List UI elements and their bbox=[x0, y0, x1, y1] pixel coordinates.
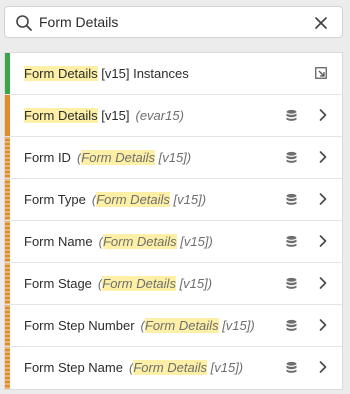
popout-icon[interactable] bbox=[315, 67, 327, 79]
chevron-right-icon[interactable] bbox=[318, 276, 328, 290]
label-text: [v15]) bbox=[176, 234, 213, 249]
component-label: Form Name (Form Details [v15]) bbox=[24, 234, 213, 249]
search-match-highlight: Form Details bbox=[96, 192, 170, 207]
label-text: [v15]) bbox=[175, 276, 213, 291]
clear-search-icon[interactable] bbox=[312, 14, 330, 32]
component-type-stripe bbox=[5, 137, 10, 178]
component-type-stripe bbox=[5, 179, 10, 220]
component-type-stripe bbox=[5, 347, 10, 389]
component-description: (Form Details [v15]) bbox=[77, 150, 191, 165]
dataset-icon bbox=[286, 193, 297, 205]
component-description: (Form Details [v15]) bbox=[99, 234, 213, 249]
search-bar[interactable] bbox=[4, 6, 343, 38]
component-label: Form Type (Form Details [v15]) bbox=[24, 192, 206, 207]
component-label: Form Stage (Form Details [v15]) bbox=[24, 276, 212, 291]
component-type-stripe bbox=[5, 305, 10, 346]
chevron-right-icon[interactable] bbox=[318, 108, 328, 122]
dataset-icon bbox=[286, 235, 297, 247]
dataset-icon bbox=[286, 109, 297, 121]
component-panel: Form Details [v15] InstancesForm Details… bbox=[0, 0, 350, 394]
component-description: (evar15) bbox=[135, 108, 183, 123]
component-type-stripe bbox=[5, 263, 10, 304]
component-type-stripe bbox=[5, 53, 10, 94]
component-row[interactable]: Form Type (Form Details [v15]) bbox=[5, 179, 342, 221]
component-row[interactable]: Form Step Name (Form Details [v15]) bbox=[5, 347, 342, 389]
chevron-right-icon[interactable] bbox=[318, 150, 328, 164]
label-text: [v15]) bbox=[154, 150, 192, 165]
component-description: (Form Details [v15]) bbox=[98, 276, 212, 291]
search-icon bbox=[16, 15, 32, 31]
component-type-stripe bbox=[5, 95, 10, 136]
label-text: [v15]) bbox=[207, 360, 244, 375]
label-text: [v15] bbox=[97, 108, 130, 123]
component-label: Form Step Name (Form Details [v15]) bbox=[24, 360, 243, 375]
component-type-stripe bbox=[5, 221, 10, 262]
chevron-right-icon[interactable] bbox=[318, 360, 328, 374]
label-text: Form Step Number bbox=[24, 318, 135, 333]
search-match-highlight: Form Details bbox=[133, 360, 208, 375]
chevron-right-icon[interactable] bbox=[318, 192, 328, 206]
label-text: Form Step Name bbox=[24, 360, 123, 375]
component-row[interactable]: Form Step Number (Form Details [v15]) bbox=[5, 305, 342, 347]
label-text: [v15]) bbox=[169, 192, 207, 207]
search-match-highlight: Form Details bbox=[102, 234, 177, 249]
label-text: Form Name bbox=[24, 234, 93, 249]
component-description: (Form Details [v15]) bbox=[92, 192, 206, 207]
label-text: (evar15) bbox=[135, 108, 184, 123]
component-label: Form Details [v15] (evar15) bbox=[24, 108, 184, 123]
search-match-highlight: Form Details bbox=[102, 276, 176, 291]
dataset-icon bbox=[286, 277, 297, 289]
component-row[interactable]: Form ID (Form Details [v15]) bbox=[5, 137, 342, 179]
dataset-icon bbox=[286, 319, 297, 331]
component-label: Form ID (Form Details [v15]) bbox=[24, 150, 191, 165]
component-row[interactable]: Form Name (Form Details [v15]) bbox=[5, 221, 342, 263]
label-text: [v15] Instances bbox=[97, 66, 189, 81]
label-text: [v15]) bbox=[218, 318, 255, 333]
label-text: Form ID bbox=[24, 150, 71, 165]
component-row[interactable]: Form Stage (Form Details [v15]) bbox=[5, 263, 342, 305]
component-list: Form Details [v15] Instances Form Details… bbox=[4, 52, 343, 390]
chevron-right-icon[interactable] bbox=[318, 234, 328, 248]
component-row[interactable]: Form Details [v15] (evar15) bbox=[5, 95, 342, 137]
component-row[interactable]: Form Details [v15] Instances bbox=[5, 53, 342, 95]
search-match-highlight: Form Details bbox=[24, 66, 98, 81]
label-text: Form Type bbox=[24, 192, 86, 207]
dataset-icon bbox=[286, 151, 297, 163]
search-match-highlight: Form Details bbox=[144, 318, 219, 333]
component-description: (Form Details [v15]) bbox=[129, 360, 243, 375]
search-match-highlight: Form Details bbox=[81, 150, 155, 165]
dataset-icon bbox=[286, 361, 297, 373]
label-text: Form Stage bbox=[24, 276, 92, 291]
component-label: Form Details [v15] Instances bbox=[24, 66, 189, 81]
search-input[interactable] bbox=[39, 11, 299, 33]
component-description: (Form Details [v15]) bbox=[141, 318, 255, 333]
search-match-highlight: Form Details bbox=[24, 108, 98, 123]
chevron-right-icon[interactable] bbox=[318, 318, 328, 332]
component-label: Form Step Number (Form Details [v15]) bbox=[24, 318, 255, 333]
